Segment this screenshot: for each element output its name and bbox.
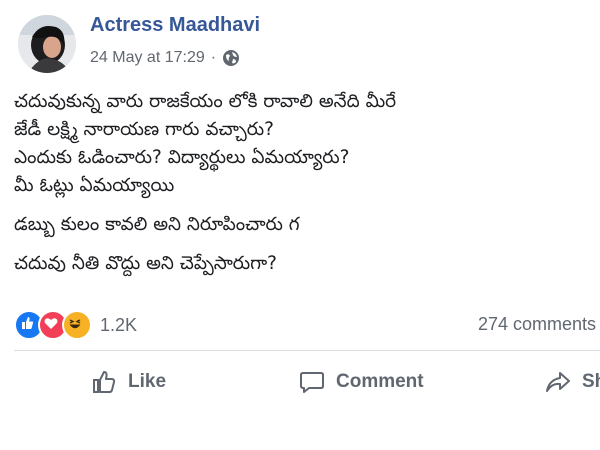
avatar-photo xyxy=(18,15,76,73)
reaction-summary[interactable]: 1.2K xyxy=(14,310,137,340)
reaction-count[interactable]: 1.2K xyxy=(100,315,137,336)
post-text: చదువుకున్న వారు రాజకేయం లోకి రావాలి అనేద… xyxy=(14,88,584,278)
facebook-post: Actress Maadhavi 24 May at 17:29 · చదువు… xyxy=(0,0,600,450)
post-author-name[interactable]: Actress Maadhavi xyxy=(90,14,260,37)
post-text-line: చదువు నీతి వొద్దు అని చెప్పేసారుగా? xyxy=(14,253,278,274)
avatar[interactable] xyxy=(18,15,76,73)
post-text-line: ఎందుకు ఓడించారు? విద్యార్థులు ఏమయ్యారు? xyxy=(14,147,350,168)
thumbs-up-icon xyxy=(93,371,116,393)
share-label: Sh xyxy=(582,371,600,392)
comments-count[interactable]: 274 comments xyxy=(478,314,596,335)
post-text-line: చదువుకున్న వారు రాజకేయం లోకి రావాలి అనేద… xyxy=(14,91,397,112)
like-button[interactable]: Like xyxy=(90,368,166,396)
post-meta: 24 May at 17:29 · xyxy=(90,49,240,67)
meta-separator: · xyxy=(210,49,217,66)
share-arrow-icon xyxy=(546,372,570,392)
divider xyxy=(14,350,600,351)
like-label: Like xyxy=(128,371,167,392)
post-action-bar: Like Comment Sh xyxy=(0,368,600,408)
post-text-line: మీ ఓట్లు ఏమయ్యాయి xyxy=(14,175,175,196)
haha-reaction-icon xyxy=(62,310,92,340)
comment-button[interactable]: Comment xyxy=(298,368,424,396)
share-button[interactable]: Sh xyxy=(544,368,600,396)
comment-bubble-icon xyxy=(300,372,324,393)
post-timestamp[interactable]: 24 May at 17:29 xyxy=(90,49,205,67)
comment-label: Comment xyxy=(336,371,424,392)
post-text-line: జేడీ లక్ష్మి నారాయణ గారు వచ్చారు? xyxy=(14,119,274,140)
globe-icon[interactable] xyxy=(222,49,240,67)
post-text-line: డబ్బు కులం కావలి అని నిరూపించారు గ xyxy=(14,214,300,235)
